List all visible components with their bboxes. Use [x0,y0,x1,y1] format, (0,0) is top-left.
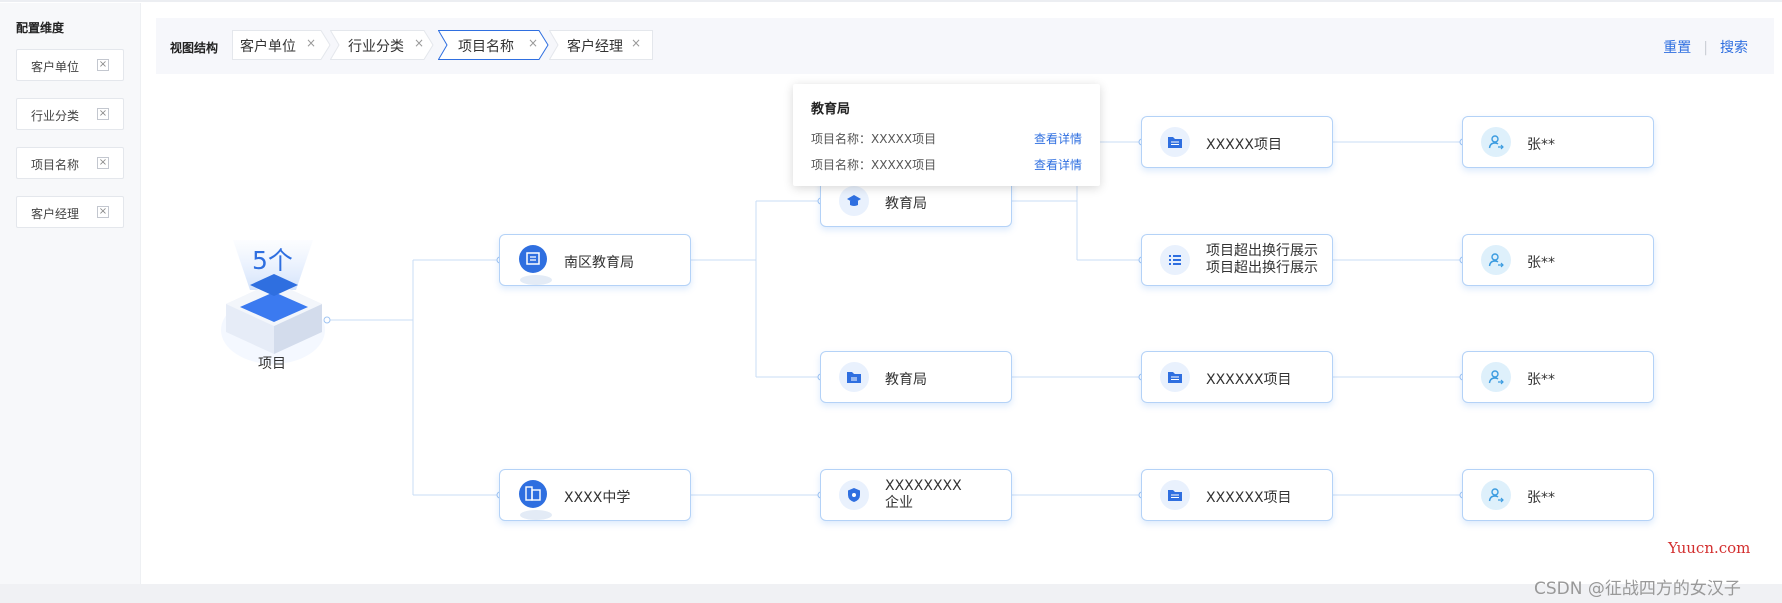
node-project-3[interactable]: XXXXXX项目 [1141,351,1333,403]
node-manager-2[interactable]: 张** [1462,234,1654,286]
user-transfer-icon [1488,253,1504,268]
node-label: XXXX中学 [564,490,631,506]
tooltip-row-text: 项目名称：XXXXX项目 [811,132,937,146]
icon-badge [839,480,869,510]
user-transfer-icon [1488,488,1504,503]
graduation-cap-icon [847,195,861,206]
tooltip-title: 教育局 [811,102,851,117]
node-customer-middle-school[interactable]: XXXX中学 [499,469,691,521]
node-label: 张** [1527,372,1555,388]
folder-list-icon [1168,490,1182,501]
node-label: XXXXXX项目 [1206,372,1292,388]
node-label: 教育局 [885,372,927,388]
school-building-icon [519,480,552,520]
icon-badge [839,186,869,216]
site-watermark: Yuucn.com [1668,539,1751,557]
node-project-1[interactable]: XXXXX项目 [1141,116,1333,168]
node-label-line2: 项目超出换行展示 [1206,260,1318,276]
node-manager-3[interactable]: 张** [1462,351,1654,403]
node-label: XXXXX项目 [1206,137,1282,153]
node-industry-enterprise[interactable]: XXXXXXXX 企业 [820,469,1012,521]
node-project-4[interactable]: XXXXXX项目 [1141,469,1333,521]
project-count: 5个 [252,246,293,275]
node-industry-edu-2[interactable]: 教育局 [820,351,1012,403]
tooltip-row-text: 项目名称：XXXXX项目 [811,158,937,172]
icon-badge [1481,127,1511,157]
icon-badge [1481,245,1511,275]
node-manager-1[interactable]: 张** [1462,116,1654,168]
folder-list-icon [1168,137,1182,148]
node-label-line1: XXXXXXXX [885,478,962,494]
root-label: 项目 [258,356,286,372]
node-label-line2: 企业 [885,495,913,511]
folder-list-icon [1168,372,1182,383]
icon-badge [1160,362,1190,392]
icon-badge [1160,480,1190,510]
node-project-2[interactable]: 项目超出换行展示 项目超出换行展示 [1141,234,1333,286]
author-watermark: CSDN @征战四方的女汉子 [1534,579,1741,599]
shield-icon [848,488,860,502]
view-detail-link[interactable]: 查看详情 [1034,130,1082,147]
view-detail-link[interactable]: 查看详情 [1034,156,1082,173]
node-label: 项目超出换行展示 项目超出换行展示 [1206,243,1318,277]
node-label: 张** [1527,137,1555,153]
icon-badge [1481,480,1511,510]
folder-icon [847,372,861,383]
node-label: XXXXXXXX 企业 [885,478,962,512]
icon-badge [839,362,869,392]
user-transfer-icon [1488,370,1504,385]
node-manager-4[interactable]: 张** [1462,469,1654,521]
node-label-line1: 项目超出换行展示 [1206,243,1318,259]
icon-badge [1481,362,1511,392]
node-label: 教育局 [885,196,927,212]
node-label: 南区教育局 [564,255,634,271]
node-tooltip: 教育局 项目名称：XXXXX项目 查看详情 项目名称：XXXXX项目 查看详情 [793,84,1100,186]
node-label: 张** [1527,490,1555,506]
list-icon [1169,255,1181,265]
node-label: XXXXXX项目 [1206,490,1292,506]
user-transfer-icon [1488,135,1504,150]
node-label: 张** [1527,255,1555,271]
icon-badge [1160,245,1190,275]
node-customer-south-edu[interactable]: 南区教育局 [499,234,691,286]
icon-badge [1160,127,1190,157]
building-icon [519,245,552,285]
